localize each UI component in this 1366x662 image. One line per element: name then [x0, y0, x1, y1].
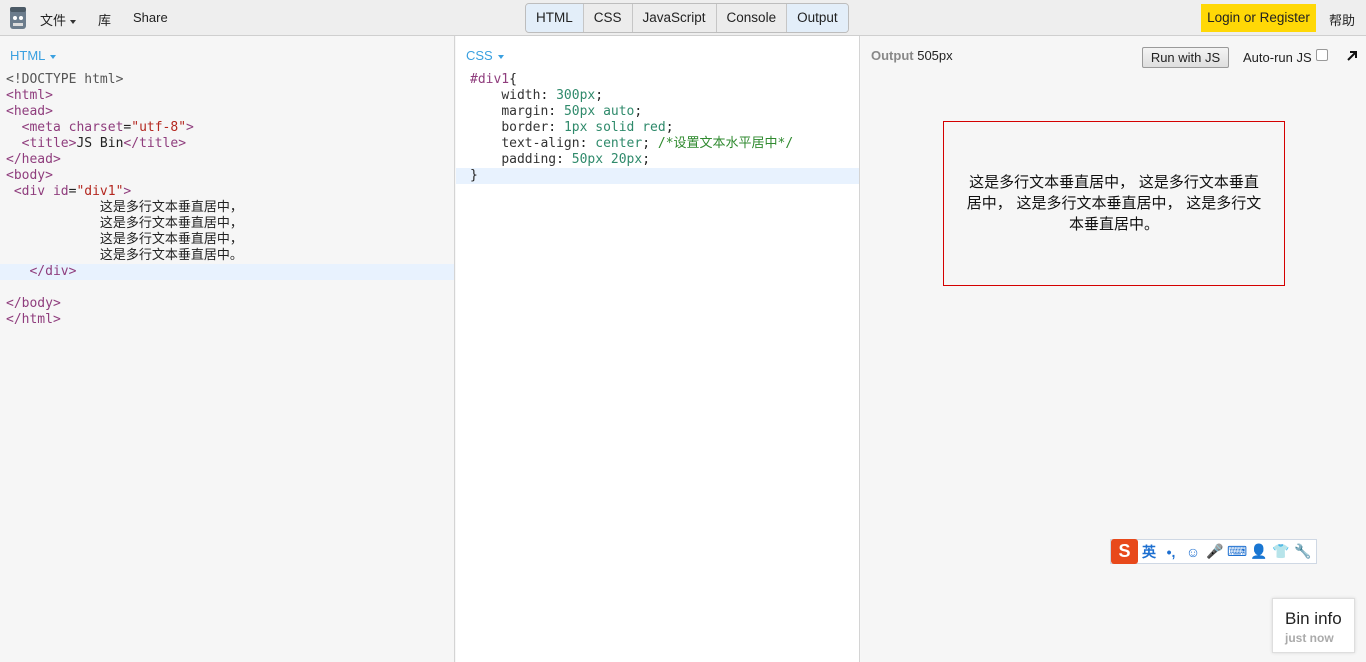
code-line: border: 1px solid red; — [501, 120, 674, 135]
jsbin-logo-icon[interactable] — [8, 6, 28, 31]
bin-info-timestamp: just now — [1285, 631, 1334, 645]
chevron-down-icon — [70, 19, 77, 24]
ime-user-icon[interactable]: 👤 — [1248, 543, 1270, 560]
code-line: 这是多行文本垂直居中， — [99, 216, 243, 231]
code-line: 这是多行文本垂直居中， — [99, 200, 243, 215]
code-line: text-align: center; /*设置文本水平居中*/ — [501, 136, 794, 151]
ime-toolbar: S 英 •, ☺ 🎤 ⌨ 👤 👕 🔧 — [1110, 539, 1317, 564]
code-line: <div id="div1"> — [13, 184, 132, 199]
css-editor-panel: CSS #div1{ width: 300px; margin: 50px au… — [456, 36, 860, 662]
output-width: 505px — [917, 48, 953, 63]
code-line: <html> — [6, 88, 53, 103]
code-line-active: </div> — [0, 264, 454, 280]
html-editor-panel: HTML <!DOCTYPE html> <html> <head> <meta… — [0, 36, 455, 662]
autorun-label: Auto-run JS — [1243, 50, 1312, 65]
chevron-down-icon — [50, 54, 57, 59]
ime-voice-icon[interactable]: 🎤 — [1204, 543, 1226, 560]
tab-css[interactable]: CSS — [583, 4, 633, 32]
code-line: margin: 50px auto; — [501, 104, 643, 119]
code-line: 这是多行文本垂直居中， — [99, 232, 243, 247]
code-line: #div1{ — [470, 72, 517, 87]
top-bar: 文件 库 Share HTML CSS JavaScript Console O… — [0, 0, 1366, 36]
bin-info-widget[interactable]: Bin info just now — [1272, 598, 1355, 653]
panel-tabs: HTML CSS JavaScript Console Output — [525, 3, 849, 33]
code-line-active: } — [456, 168, 859, 184]
login-register-button[interactable]: Login or Register — [1201, 4, 1316, 32]
ime-emoji-icon[interactable]: ☺ — [1182, 544, 1204, 560]
ime-skin-icon[interactable]: 👕 — [1270, 543, 1292, 560]
code-line: <head> — [6, 104, 53, 119]
help-menu[interactable]: 帮助 — [1329, 10, 1355, 29]
ime-language-toggle[interactable]: 英 — [1138, 542, 1160, 562]
share-menu[interactable]: Share — [133, 10, 168, 25]
ime-keyboard-icon[interactable]: ⌨ — [1226, 543, 1248, 560]
autorun-checkbox[interactable] — [1316, 49, 1328, 61]
html-panel-label[interactable]: HTML — [10, 48, 57, 63]
code-line: <body> — [6, 168, 53, 183]
tab-output[interactable]: Output — [787, 4, 848, 32]
code-line: padding: 50px 20px; — [501, 152, 651, 167]
tab-html[interactable]: HTML — [526, 4, 584, 32]
run-with-js-button[interactable]: Run with JS — [1142, 47, 1229, 68]
css-panel-label[interactable]: CSS — [466, 48, 504, 63]
popout-arrow-icon[interactable] — [1344, 48, 1360, 64]
sogou-logo-icon[interactable]: S — [1111, 539, 1138, 564]
bin-info-title: Bin info — [1285, 609, 1342, 628]
ime-settings-icon[interactable]: 🔧 — [1292, 543, 1314, 560]
output-panel: Output 505px Run with JS Auto-run JS 这是多… — [861, 36, 1366, 662]
output-label: Output 505px — [871, 48, 953, 63]
code-line: 这是多行文本垂直居中。 — [99, 248, 243, 263]
output-demo-div: 这是多行文本垂直居中， 这是多行文本垂直居中， 这是多行文本垂直居中， 这是多行… — [943, 121, 1285, 286]
css-code-editor[interactable]: #div1{ width: 300px; margin: 50px auto; … — [456, 72, 859, 184]
ime-punctuation-icon[interactable]: •, — [1160, 544, 1182, 560]
code-line: <meta charset="utf-8"> — [21, 120, 194, 135]
code-line: </head> — [6, 152, 61, 167]
tab-console[interactable]: Console — [716, 4, 788, 32]
html-code-editor[interactable]: <!DOCTYPE html> <html> <head> <meta char… — [0, 72, 454, 328]
tab-javascript[interactable]: JavaScript — [632, 4, 717, 32]
code-line: </html> — [6, 312, 61, 327]
code-line: <!DOCTYPE html> — [6, 72, 124, 87]
code-line: </body> — [6, 296, 61, 311]
code-line: <title>JS Bin</title> — [21, 136, 187, 151]
chevron-down-icon — [497, 54, 504, 59]
library-menu[interactable]: 库 — [98, 10, 111, 29]
file-menu[interactable]: 文件 — [40, 10, 77, 29]
code-line: width: 300px; — [501, 88, 604, 103]
